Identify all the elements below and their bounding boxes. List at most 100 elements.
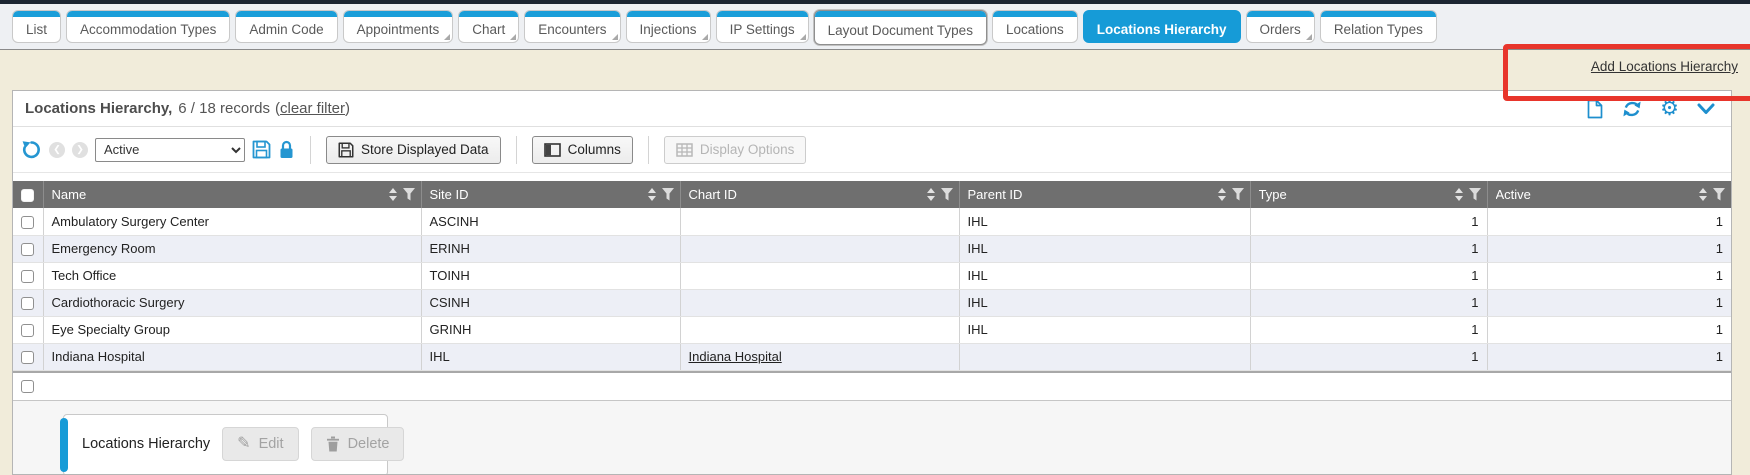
tab-locations-hierarchy[interactable]: Locations Hierarchy xyxy=(1083,10,1241,43)
panel-header-icons: ⚙ xyxy=(1586,98,1719,119)
filter-funnel-icon[interactable] xyxy=(662,188,674,201)
sort-icon[interactable] xyxy=(648,188,656,201)
edit-button[interactable]: ✎ Edit xyxy=(222,427,298,461)
status-filter-select[interactable]: Active xyxy=(95,138,245,162)
filter-funnel-icon[interactable] xyxy=(941,188,953,201)
cell-active: 1 xyxy=(1487,235,1731,262)
delete-label: Delete xyxy=(348,436,390,452)
add-locations-hierarchy-link[interactable]: Add Locations Hierarchy xyxy=(1591,59,1738,74)
row-checkbox[interactable] xyxy=(21,324,34,337)
columns-label: Columns xyxy=(568,142,621,157)
cell-name: Eye Specialty Group xyxy=(43,316,421,343)
column-label: Parent ID xyxy=(968,187,1212,202)
tab-label: Accommodation Types xyxy=(80,22,216,37)
table-row: Indiana Hospital IHL Indiana Hospital 1 … xyxy=(13,343,1731,370)
sort-icon[interactable] xyxy=(389,188,397,201)
table-row: Emergency Room ERINH IHL 1 1 xyxy=(13,235,1731,262)
tab-label: Layout Document Types xyxy=(828,23,973,38)
toolbar-separator xyxy=(648,136,649,164)
column-label: Name xyxy=(52,187,383,202)
chevron-down-icon[interactable] xyxy=(1697,103,1715,115)
cell-chart-id xyxy=(680,208,959,235)
column-header-chart-id[interactable]: Chart ID xyxy=(680,181,959,208)
select-all-checkbox[interactable] xyxy=(21,189,34,202)
tab-ip-settings[interactable]: IP Settings xyxy=(716,10,809,43)
lock-icon[interactable] xyxy=(278,140,295,159)
new-document-icon[interactable] xyxy=(1586,99,1604,119)
row-checkbox[interactable] xyxy=(21,216,34,229)
footer-select-row xyxy=(13,371,1731,401)
prev-page-button[interactable]: ❮ xyxy=(49,142,65,158)
sort-icon[interactable] xyxy=(1699,188,1707,201)
display-options-button[interactable]: Display Options xyxy=(664,136,807,164)
tab-admin-code[interactable]: Admin Code xyxy=(235,10,337,43)
tab-chart[interactable]: Chart xyxy=(458,10,519,43)
tab-label: IP Settings xyxy=(730,22,795,37)
next-page-button[interactable]: ❯ xyxy=(72,142,88,158)
column-header-site-id[interactable]: Site ID xyxy=(421,181,680,208)
row-checkbox[interactable] xyxy=(21,351,34,364)
cell-site-id: CSINH xyxy=(421,289,680,316)
context-accent-bar xyxy=(60,418,68,472)
tab-label: Chart xyxy=(472,22,505,37)
select-all-header[interactable] xyxy=(13,181,43,208)
gear-icon[interactable]: ⚙ xyxy=(1660,98,1679,119)
tab-list[interactable]: List xyxy=(12,10,61,43)
row-checkbox[interactable] xyxy=(21,270,34,283)
column-header-active[interactable]: Active xyxy=(1487,181,1731,208)
cell-type: 1 xyxy=(1250,235,1487,262)
filter-funnel-icon[interactable] xyxy=(1713,188,1725,201)
table-row: Ambulatory Surgery Center ASCINH IHL 1 1 xyxy=(13,208,1731,235)
cell-type: 1 xyxy=(1250,262,1487,289)
column-header-parent-id[interactable]: Parent ID xyxy=(959,181,1250,208)
sort-icon[interactable] xyxy=(1218,188,1226,201)
clear-filter-link[interactable]: clear filter xyxy=(280,100,345,117)
filter-funnel-icon[interactable] xyxy=(403,188,415,201)
tab-appointments[interactable]: Appointments xyxy=(343,10,454,43)
delete-button[interactable]: Delete xyxy=(311,427,405,461)
cell-parent-id: IHL xyxy=(959,262,1250,289)
sort-icon[interactable] xyxy=(1455,188,1463,201)
sort-icon[interactable] xyxy=(927,188,935,201)
cell-type: 1 xyxy=(1250,289,1487,316)
chart-id-link[interactable]: Indiana Hospital xyxy=(689,349,782,364)
column-header-name[interactable]: Name xyxy=(43,181,421,208)
cell-name: Tech Office xyxy=(43,262,421,289)
tab-accommodation-types[interactable]: Accommodation Types xyxy=(66,10,230,43)
record-count: 6 / 18 records xyxy=(178,100,270,117)
filter-funnel-icon[interactable] xyxy=(1232,188,1244,201)
store-displayed-data-button[interactable]: Store Displayed Data xyxy=(326,136,501,164)
cell-chart-id xyxy=(680,262,959,289)
cell-site-id: IHL xyxy=(421,343,680,370)
row-checkbox[interactable] xyxy=(21,297,34,310)
tab-encounters[interactable]: Encounters xyxy=(524,10,620,43)
save-filter-icon[interactable] xyxy=(252,140,271,159)
row-checkbox[interactable] xyxy=(21,243,34,256)
selection-context-box: Locations Hierarchy ✎ Edit Delete xyxy=(63,414,388,475)
tab-label: Encounters xyxy=(538,22,606,37)
tab-relation-types[interactable]: Relation Types xyxy=(1320,10,1437,43)
tab-strip: List Accommodation Types Admin Code Appo… xyxy=(0,4,1750,50)
filter-funnel-icon[interactable] xyxy=(1469,188,1481,201)
tab-locations[interactable]: Locations xyxy=(992,10,1078,43)
cell-active: 1 xyxy=(1487,316,1731,343)
data-grid: Name Site ID Chart ID Parent ID Type Act… xyxy=(13,181,1731,371)
table-row: Eye Specialty Group GRINH IHL 1 1 xyxy=(13,316,1731,343)
columns-button[interactable]: Columns xyxy=(532,136,633,164)
locations-hierarchy-panel: Locations Hierarchy, 6 / 18 records (cle… xyxy=(12,90,1732,475)
cell-site-id: TOINH xyxy=(421,262,680,289)
refresh-icon[interactable] xyxy=(1622,99,1642,119)
tab-layout-document-types[interactable]: Layout Document Types xyxy=(814,10,987,45)
panel-bottom-area: Locations Hierarchy ✎ Edit Delete xyxy=(13,401,1731,475)
undo-icon[interactable] xyxy=(21,139,42,160)
table-row: Tech Office TOINH IHL 1 1 xyxy=(13,262,1731,289)
columns-icon xyxy=(544,143,561,157)
context-label: Locations Hierarchy xyxy=(82,436,210,452)
footer-checkbox[interactable] xyxy=(21,380,34,393)
column-header-type[interactable]: Type xyxy=(1250,181,1487,208)
cell-parent-id xyxy=(959,343,1250,370)
table-header-row: Name Site ID Chart ID Parent ID Type Act… xyxy=(13,181,1731,208)
tab-orders[interactable]: Orders xyxy=(1246,10,1315,43)
tab-injections[interactable]: Injections xyxy=(626,10,711,43)
cell-name: Cardiothoracic Surgery xyxy=(43,289,421,316)
